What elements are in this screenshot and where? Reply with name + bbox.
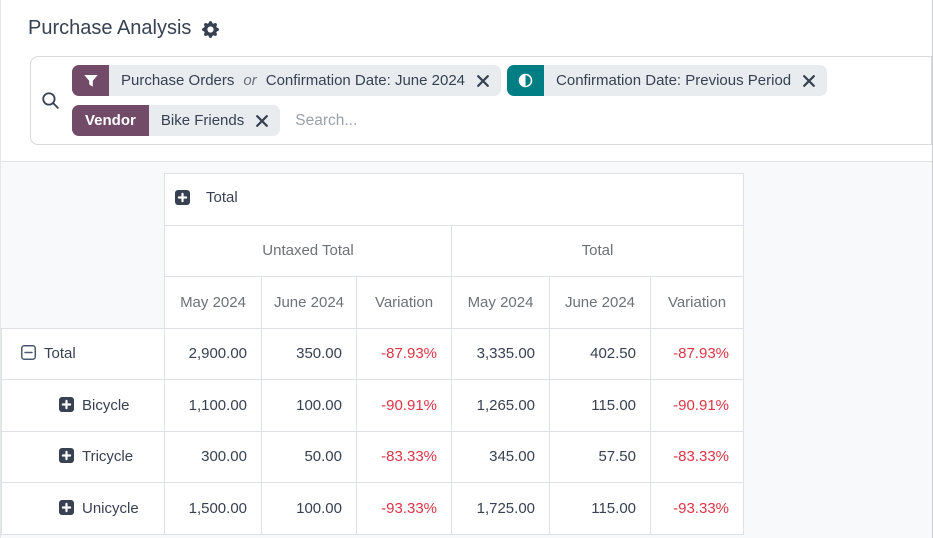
pivot-corner-cell — [2, 174, 165, 226]
pivot-cell[interactable]: 2,900.00 — [165, 328, 262, 380]
facet-filter-connector: or — [243, 72, 256, 89]
pivot-row-bicycle: Bicycle 1,100.00 100.00 -90.91% 1,265.00… — [2, 380, 744, 432]
pivot-header-row-root: Total — [2, 174, 744, 226]
gear-icon — [202, 21, 219, 38]
pivot-content: Total Untaxed Total Total May 2024 June … — [1, 162, 932, 538]
pivot-row-tricycle: Tricycle 300.00 50.00 -83.33% 345.00 57.… — [2, 431, 744, 483]
pivot-cell-variation[interactable]: -87.93% — [651, 328, 744, 380]
pivot-cell-variation[interactable]: -83.33% — [357, 431, 452, 483]
row-label: Unicycle — [82, 500, 139, 517]
collapse-minus-icon[interactable] — [21, 345, 36, 360]
expand-plus-icon[interactable] — [59, 500, 74, 515]
facet-filter-value-1: Purchase Orders — [121, 72, 234, 89]
facet-filter-value-2: Confirmation Date: June 2024 — [266, 72, 465, 89]
comparison-adjust-icon — [507, 65, 544, 96]
pivot-cell[interactable]: 1,725.00 — [452, 483, 550, 535]
pivot-header-row-measures: Untaxed Total Total — [2, 225, 744, 277]
facet-comparison-value: Confirmation Date: Previous Period — [556, 72, 791, 89]
pivot-row-total: Total 2,900.00 350.00 -87.93% 3,335.00 4… — [2, 328, 744, 380]
pivot-cell[interactable]: 300.00 — [165, 431, 262, 483]
pivot-col-header[interactable]: May 2024 — [165, 277, 262, 329]
pivot-cell-variation[interactable]: -90.91% — [357, 380, 452, 432]
page-title: Purchase Analysis — [28, 13, 191, 43]
pivot-header-row-periods: May 2024 June 2024 Variation May 2024 Ju… — [2, 277, 744, 329]
pivot-cell[interactable]: 115.00 — [550, 380, 651, 432]
pivot-corner-cell — [2, 277, 165, 329]
row-label: Tricycle — [82, 448, 133, 465]
pivot-row-header-unicycle[interactable]: Unicycle — [2, 483, 165, 535]
facet-vendor-value: Bike Friends — [161, 112, 244, 129]
search-facets: Purchase Orders or Confirmation Date: Ju… — [72, 65, 921, 136]
row-label: Bicycle — [82, 397, 130, 414]
pivot-cell-variation[interactable]: -87.93% — [357, 328, 452, 380]
facet-vendor-field-label: Vendor — [72, 105, 149, 136]
pivot-cell[interactable]: 100.00 — [262, 483, 357, 535]
pivot-col-root-label: Total — [206, 189, 238, 206]
facet-vendor-remove-icon[interactable] — [256, 115, 268, 127]
purchase-analysis-view: Purchase Analysis Purchase Orders or — [0, 0, 933, 538]
pivot-col-header[interactable]: Variation — [357, 277, 452, 329]
facet-filters: Purchase Orders or Confirmation Date: Ju… — [72, 65, 501, 96]
pivot-row-header-bicycle[interactable]: Bicycle — [2, 380, 165, 432]
pivot-row-header-tricycle[interactable]: Tricycle — [2, 431, 165, 483]
search-icon — [41, 91, 60, 110]
pivot-cell-variation[interactable]: -93.33% — [357, 483, 452, 535]
pivot-cell[interactable]: 1,500.00 — [165, 483, 262, 535]
pivot-cell[interactable]: 50.00 — [262, 431, 357, 483]
control-panel: Purchase Analysis Purchase Orders or — [1, 0, 932, 162]
row-label: Total — [44, 345, 76, 362]
pivot-cell[interactable]: 115.00 — [550, 483, 651, 535]
breadcrumb: Purchase Analysis — [1, 0, 932, 53]
view-settings-button[interactable] — [202, 21, 219, 38]
pivot-measure-untaxed-total[interactable]: Untaxed Total — [165, 225, 452, 277]
pivot-cell[interactable]: 350.00 — [262, 328, 357, 380]
expand-plus-icon[interactable] — [59, 448, 74, 463]
pivot-cell-variation[interactable]: -83.33% — [651, 431, 744, 483]
pivot-cell-variation[interactable]: -90.91% — [651, 380, 744, 432]
facet-comparison: Confirmation Date: Previous Period — [507, 65, 827, 96]
facet-comparison-remove-icon[interactable] — [803, 75, 815, 87]
pivot-corner-cell — [2, 225, 165, 277]
expand-plus-icon[interactable] — [59, 397, 74, 412]
pivot-cell-variation[interactable]: -93.33% — [651, 483, 744, 535]
facet-filters-remove-icon[interactable] — [477, 75, 489, 87]
search-bar[interactable]: Purchase Orders or Confirmation Date: Ju… — [30, 56, 932, 145]
pivot-col-root-header[interactable]: Total — [165, 174, 744, 226]
pivot-cell[interactable]: 1,265.00 — [452, 380, 550, 432]
pivot-col-header[interactable]: June 2024 — [262, 277, 357, 329]
expand-plus-icon[interactable] — [175, 190, 190, 205]
pivot-cell[interactable]: 3,335.00 — [452, 328, 550, 380]
pivot-cell[interactable]: 402.50 — [550, 328, 651, 380]
pivot-cell[interactable]: 1,100.00 — [165, 380, 262, 432]
pivot-cell[interactable]: 57.50 — [550, 431, 651, 483]
pivot-col-header[interactable]: June 2024 — [550, 277, 651, 329]
pivot-measure-total[interactable]: Total — [452, 225, 744, 277]
pivot-col-header[interactable]: Variation — [651, 277, 744, 329]
pivot-table: Total Untaxed Total Total May 2024 June … — [1, 173, 744, 535]
search-input[interactable]: Search... — [295, 112, 357, 130]
pivot-col-header[interactable]: May 2024 — [452, 277, 550, 329]
filter-funnel-icon — [72, 65, 109, 96]
pivot-row-header-total[interactable]: Total — [2, 328, 165, 380]
pivot-cell[interactable]: 345.00 — [452, 431, 550, 483]
pivot-row-unicycle: Unicycle 1,500.00 100.00 -93.33% 1,725.0… — [2, 483, 744, 535]
pivot-cell[interactable]: 100.00 — [262, 380, 357, 432]
facet-vendor: Vendor Bike Friends — [72, 105, 280, 136]
